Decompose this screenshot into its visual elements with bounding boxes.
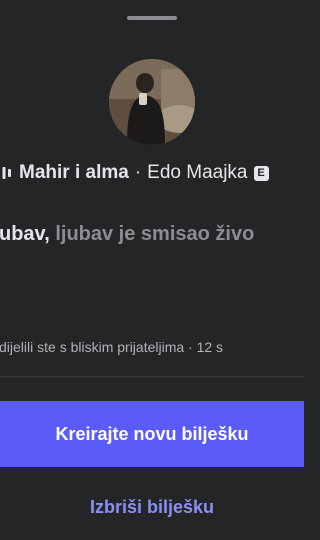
sheet-drag-handle[interactable] bbox=[127, 16, 177, 20]
lyrics-line: ubav, ljubav je smisao živo bbox=[0, 223, 304, 251]
avatar bbox=[109, 59, 195, 145]
music-bars-icon bbox=[0, 165, 12, 181]
lyric-upcoming-text: ljubav je smisao živo bbox=[55, 223, 255, 245]
song-artist: Edo Maajka bbox=[147, 162, 248, 183]
note-meta: dijelili ste s bliskim prijateljima · 12… bbox=[0, 339, 224, 355]
explicit-badge: E bbox=[253, 165, 269, 181]
lyric-active-text: ubav, bbox=[0, 223, 50, 245]
create-note-button[interactable]: Kreirajte novu bilješku bbox=[0, 401, 304, 467]
note-bottom-sheet: Mahir i alma · Edo Maajka E ubav, ljubav… bbox=[0, 0, 304, 540]
divider bbox=[0, 376, 304, 377]
song-info: Mahir i alma · Edo Maajka E bbox=[0, 160, 304, 186]
song-title: Mahir i alma bbox=[19, 162, 129, 183]
delete-note-button[interactable]: Izbriši bilješku bbox=[0, 486, 304, 528]
song-separator: · bbox=[134, 162, 142, 183]
